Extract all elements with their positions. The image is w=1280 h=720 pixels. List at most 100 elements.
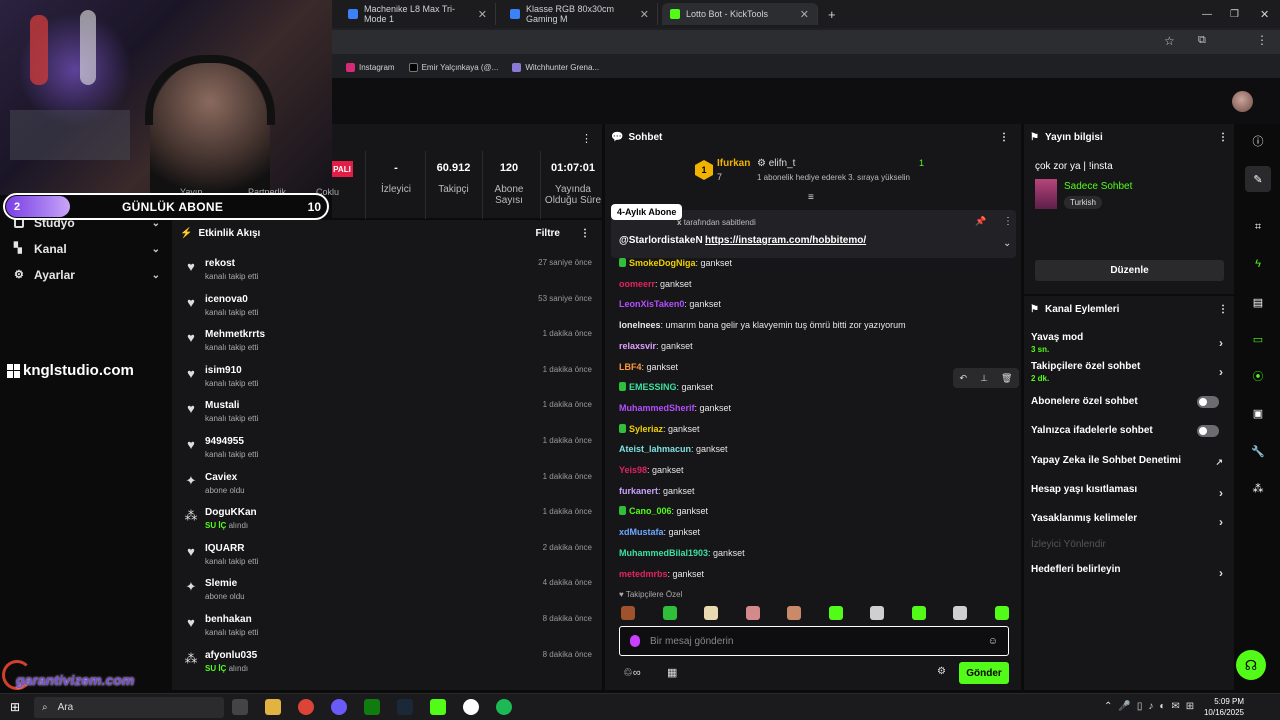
chat-message[interactable]: Syleriaz: gankset (619, 423, 700, 434)
obs-icon[interactable] (463, 699, 479, 715)
mic-icon[interactable] (630, 635, 640, 647)
subscribers-only-toggle[interactable] (1197, 396, 1219, 408)
maximize-icon[interactable]: ❐ (1222, 3, 1247, 25)
activity-user[interactable]: IQUARR (205, 543, 244, 554)
chat-message[interactable]: Cano_006: gankset (619, 506, 708, 516)
chat-message[interactable]: EMESSING: gankset (619, 382, 713, 392)
emote-icon[interactable] (828, 606, 843, 620)
filter-button[interactable]: Filtre (536, 228, 560, 239)
activity-user[interactable]: benhakan (205, 614, 252, 625)
emote-icon[interactable] (787, 606, 801, 620)
windows-start-icon[interactable]: ⊞ (10, 700, 20, 714)
chat-username[interactable]: Syleriaz (629, 424, 663, 434)
more-options-icon[interactable]: ⋮ (580, 228, 590, 239)
action-banned-words[interactable]: Yasaklanmış kelimeler › (1031, 513, 1227, 529)
store-icon[interactable]: ▦ (667, 666, 677, 679)
action-ai-moderation[interactable]: Yapay Zeka ile Sohbet Denetimi ↗ (1031, 455, 1227, 467)
emote-icon[interactable] (704, 606, 718, 620)
chat-username[interactable]: Yeis98 (619, 465, 647, 475)
layout-icon[interactable]: ▣ (1245, 400, 1271, 426)
bookmark-star-icon[interactable]: ☆ (1164, 34, 1175, 48)
pinned-link[interactable]: https://instagram.com/hobbitemo/ (705, 235, 866, 246)
tab-klasse[interactable]: Klasse RGB 80x30cm Gaming M ✕ (502, 3, 658, 25)
activity-user[interactable]: Mehmetkrrts (205, 329, 265, 340)
more-options-icon[interactable]: ⋮ (999, 132, 1009, 143)
chat-username[interactable]: SmokeDogNiga (629, 258, 696, 268)
chat-message[interactable]: lonelnees: umarım bana gelir ya klavyemi… (619, 320, 906, 330)
tab-machenike[interactable]: Machenike L8 Max Tri-Mode 1 ✕ (340, 3, 496, 25)
activity-user[interactable]: rekost (205, 258, 235, 269)
activity-user[interactable]: Mustali (205, 400, 239, 411)
pin-icon[interactable]: ⊥ (980, 373, 988, 384)
menu-icon[interactable]: ⋮ (1256, 33, 1268, 47)
taskbar-search[interactable]: ⌕ Ara (34, 697, 224, 718)
activity-user[interactable]: afyonlu035 (205, 650, 257, 661)
chat-message[interactable]: MuhammedBilal1903: gankset (619, 548, 745, 558)
chat-username[interactable]: xdMustafa (619, 527, 664, 537)
chat-username[interactable]: MuhammedBilal1903 (619, 548, 708, 558)
gift-icon[interactable]: ♲∞ (623, 666, 641, 679)
broadcast-icon[interactable]: ⦿ (1245, 363, 1271, 389)
extensions-icon[interactable]: ⧉ (1198, 34, 1206, 47)
sidebar-item-kanal[interactable]: ▚ Kanal ⌄ (14, 242, 160, 256)
chat-message[interactable]: oomeerr: gankset (619, 279, 692, 289)
chat-username[interactable]: furkanert (619, 486, 658, 496)
chat-username[interactable]: Ateist_lahmacun (619, 444, 691, 454)
chat-message[interactable]: Yeis98: gankset (619, 465, 684, 475)
activity-user[interactable]: 9494955 (205, 436, 244, 447)
document-icon[interactable]: ▤ (1245, 289, 1271, 315)
stream-category[interactable]: Sadece Sohbet (1064, 181, 1132, 192)
activity-user[interactable]: isim910 (205, 365, 242, 376)
close-icon[interactable]: ✕ (640, 8, 649, 21)
edit-icon[interactable]: ✎ (1245, 166, 1271, 192)
chat-message[interactable]: xdMustafa: gankset (619, 527, 700, 537)
emote-icon[interactable] (911, 606, 926, 620)
kick-icon[interactable] (430, 699, 446, 715)
sidebar-item-ayarlar[interactable]: ⚙ Ayarlar ⌄ (14, 268, 160, 282)
reply-icon[interactable]: ↶ (960, 373, 968, 384)
emote-icon[interactable] (953, 606, 967, 620)
minimize-icon[interactable]: — (1194, 3, 1220, 25)
xbox-icon[interactable] (364, 699, 380, 715)
chat-input[interactable]: Bir mesaj gönderin ☺ (619, 626, 1009, 656)
chat-username[interactable]: metedmrbs (619, 569, 668, 579)
activity-user[interactable]: Slemie (205, 578, 237, 589)
chat-username[interactable]: oomeerr (619, 279, 655, 289)
activity-user[interactable]: Caviex (205, 472, 237, 483)
edit-button[interactable]: Düzenle (1035, 260, 1224, 281)
new-tab-button[interactable]: + (820, 3, 844, 25)
discord-icon[interactable] (331, 699, 347, 715)
address-bar[interactable]: ☆ ⧉ ⋮ (330, 30, 1280, 54)
wrench-icon[interactable]: 🔧 (1245, 438, 1271, 464)
chat-username[interactable]: EMESSING (629, 382, 677, 392)
chat-username[interactable]: MuhammedSherif (619, 403, 695, 413)
chat-message[interactable]: relaxsvir: gankset (619, 341, 693, 351)
bookmark-witchhunter[interactable]: Witchhunter Grena... (512, 62, 599, 72)
chat-username[interactable]: Cano_006 (629, 506, 672, 516)
emote-icon[interactable] (870, 606, 884, 620)
spotify-icon[interactable] (496, 699, 512, 715)
chevron-down-icon[interactable]: ⌄ (1003, 238, 1011, 249)
chat-username[interactable]: relaxsvir (619, 341, 656, 351)
chat-username[interactable]: LBF4 (619, 362, 642, 372)
collapse-icon[interactable]: ≡ (808, 192, 814, 203)
emote-icon[interactable] (994, 606, 1009, 620)
chat-username[interactable]: lonelnees (619, 320, 661, 330)
chat-message[interactable]: Ateist_lahmacun: gankset (619, 444, 728, 454)
more-options-icon[interactable]: ⋮ (581, 132, 592, 145)
gear-icon[interactable]: ⚙ (937, 666, 946, 677)
more-options-icon[interactable]: ⋮ (1003, 216, 1013, 227)
chat-message[interactable]: MuhammedSherif: gankset (619, 403, 731, 413)
avatar[interactable] (1232, 91, 1253, 112)
more-options-icon[interactable]: ⋮ (1218, 132, 1228, 143)
close-icon[interactable]: ✕ (800, 8, 809, 21)
action-followers-only[interactable]: Takipçilere özel sohbet 2 dk. › (1031, 361, 1227, 383)
bookmark-instagram[interactable]: Instagram (346, 62, 395, 72)
chat-message[interactable]: LeonXisTaken0: gankset (619, 299, 721, 309)
chat-message[interactable]: LBF4: gankset (619, 362, 678, 372)
window-close-icon[interactable]: ✕ (1252, 3, 1277, 25)
emoji-icon[interactable]: ☺ (988, 636, 998, 647)
chat-message[interactable]: SmokeDogNiga: gankset (619, 258, 732, 268)
action-goals[interactable]: Hedefleri belirleyin › (1031, 564, 1227, 580)
pin-icon[interactable]: 📌 (975, 216, 986, 227)
